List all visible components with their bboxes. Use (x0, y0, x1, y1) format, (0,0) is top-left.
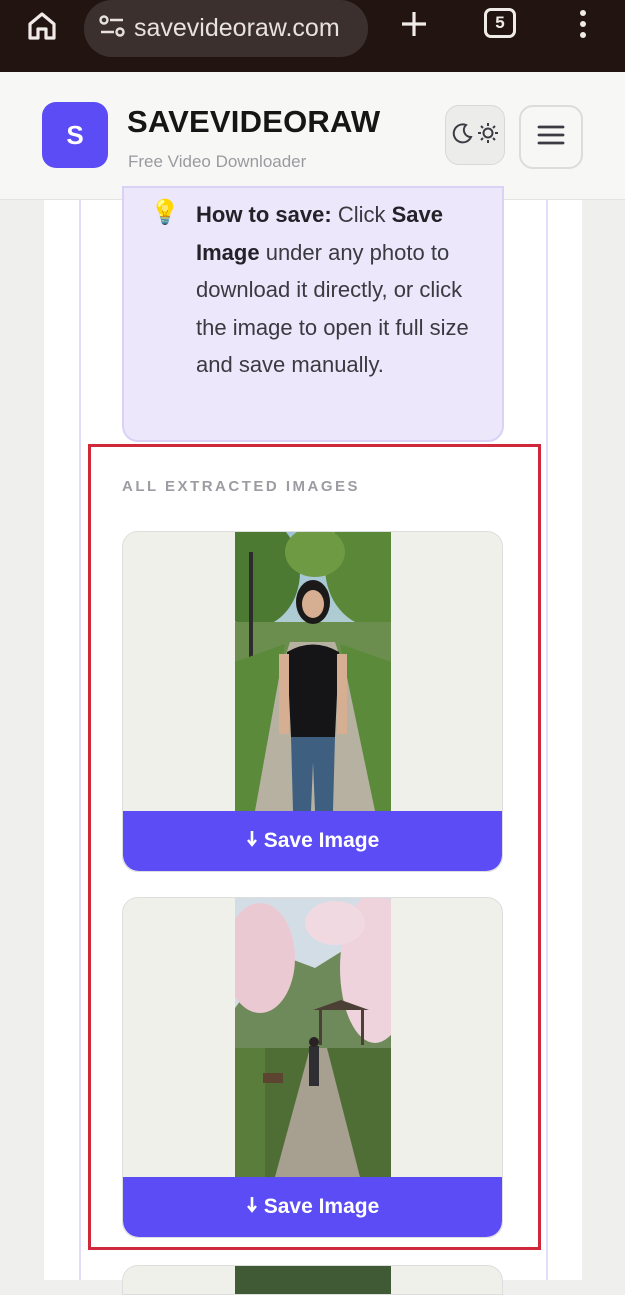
sun-icon (477, 122, 499, 149)
site-settings-icon[interactable] (98, 13, 126, 44)
download-arrow-icon (246, 829, 258, 853)
save-image-label: Save Image (263, 829, 380, 852)
image-card-peek (122, 1265, 503, 1295)
more-options-icon[interactable] (572, 6, 594, 42)
menu-button[interactable] (519, 105, 583, 169)
image-card: Save Image (122, 531, 503, 872)
save-image-label: Save Image (263, 1195, 380, 1218)
howto-text-part1: Click (331, 202, 392, 227)
save-image-button[interactable]: Save Image (123, 1177, 502, 1237)
howto-text: How to save: Click Save Image under any … (196, 196, 486, 384)
brand-tagline: Free Video Downloader (128, 152, 307, 171)
site-logo[interactable]: S (42, 102, 108, 168)
section-label: ALL EXTRACTED IMAGES (122, 478, 361, 495)
address-bar[interactable]: savevideoraw.com (84, 0, 368, 57)
brand-name[interactable]: SAVEVIDEORAW (127, 104, 380, 140)
save-image-button[interactable]: Save Image (123, 811, 502, 871)
lightbulb-icon: 💡 (150, 199, 180, 226)
moon-icon (452, 122, 474, 149)
woman-in-park-photo[interactable] (235, 532, 391, 811)
new-tab-icon[interactable] (396, 6, 432, 42)
site-header: S SAVEVIDEORAW Free Video Downloader (0, 72, 625, 200)
tab-switcher-button[interactable]: 5 (484, 8, 516, 38)
cherry-blossom-path-photo[interactable] (235, 898, 391, 1177)
howto-lead: How to save: (196, 202, 332, 227)
theme-toggle-button[interactable] (445, 105, 505, 165)
url-text: savevideoraw.com (134, 14, 340, 42)
home-icon[interactable] (22, 8, 62, 44)
download-arrow-icon (246, 1195, 258, 1219)
browser-toolbar: savevideoraw.com 5 (0, 0, 625, 72)
image-card: Save Image (122, 897, 503, 1238)
hamburger-menu-icon (537, 124, 565, 151)
next-image-photo[interactable] (235, 1266, 391, 1294)
